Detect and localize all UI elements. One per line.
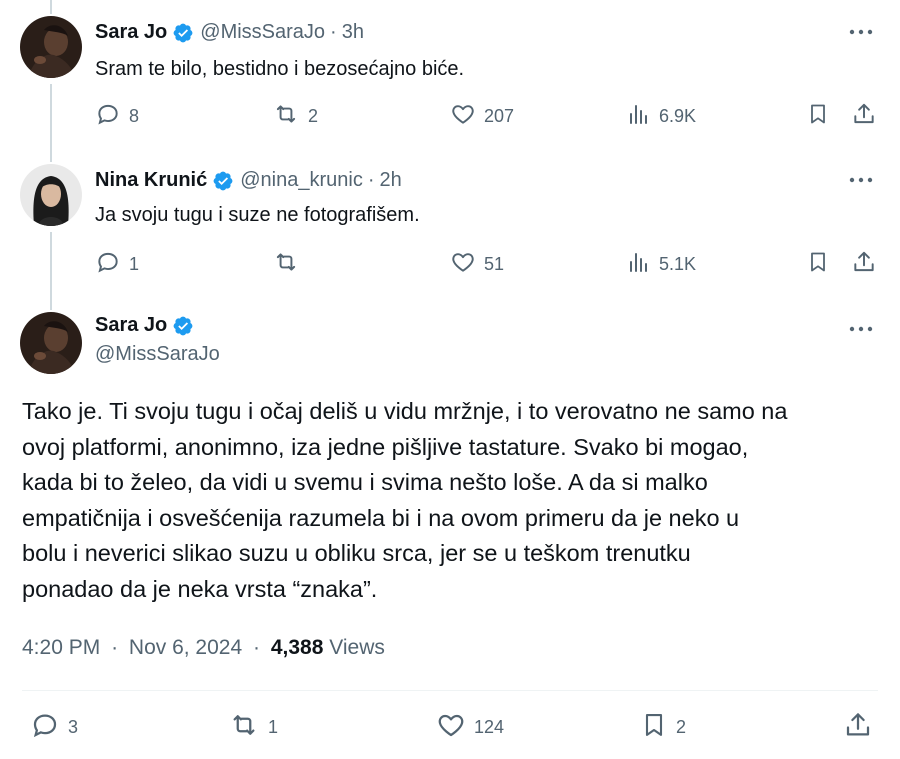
tweet-time[interactable]: 3h [342,21,364,44]
like-count: 124 [474,716,505,737]
author-block: Sara Jo @MissSaraJo [95,314,220,366]
bookmark-count: 2 [676,716,687,737]
author-handle[interactable]: @MissSaraJo [200,21,325,44]
reply-count: 3 [68,716,79,737]
tweet-header: Nina Krunić @nina_krunic · 2h [95,169,402,192]
author-name[interactable]: Sara Jo [95,314,167,337]
author-name[interactable]: Sara Jo [95,21,167,44]
retweet-button[interactable] [272,249,308,279]
share-button[interactable] [851,101,877,131]
like-button[interactable]: 207 [450,101,514,131]
bookmark-icon [806,249,830,280]
verified-badge-icon [212,170,234,192]
retweet-count: 1 [268,716,279,737]
tweet-text: Tako je. Ti svoju tugu i očaj deliš u vi… [22,394,882,607]
tweet-header: Sara Jo @MissSaraJo · 3h [95,21,364,44]
more-icon[interactable] [846,168,876,192]
reply-button[interactable]: 8 [95,101,139,131]
share-button[interactable] [851,249,877,279]
retweet-icon [228,710,260,745]
like-count: 51 [484,253,505,274]
views-button[interactable]: 6.9K [627,101,696,131]
views-count: 5.1K [659,253,697,274]
reply-count: 1 [129,253,140,274]
like-icon [450,101,476,132]
share-icon [843,710,873,745]
tweet-text: Sram te bilo, bestidno i bezosećajno bić… [95,58,465,80]
views-count: 6.9K [659,105,697,126]
reply-icon [30,710,60,745]
tweet-date[interactable]: Nov 6, 2024 [129,636,242,659]
action-bar: 8 2 207 6.9K [0,101,900,131]
like-icon [436,710,466,745]
bookmark-button[interactable] [806,101,830,131]
tweet-text-line: empatičnija i osvešćenija razumela bi i … [22,504,740,531]
views-icon [627,102,651,131]
divider [22,690,878,691]
share-button[interactable] [843,712,873,742]
retweet-count: 2 [308,105,319,126]
tweet-text-line: ovoj platformi, anonimno, iza jedne pišl… [22,433,749,460]
like-button[interactable]: 51 [450,249,504,279]
avatar[interactable] [20,16,82,78]
separator-dot: · [253,636,260,659]
more-icon[interactable] [846,20,876,44]
views-icon [627,250,651,279]
tweet-meta: 4:20 PM · Nov 6, 2024 · 4,388 Views [22,636,385,660]
views-button[interactable]: 5.1K [627,249,696,279]
author-handle[interactable]: @nina_krunic [240,169,363,192]
views-total: 4,388 [270,636,324,659]
share-icon [851,249,877,280]
avatar[interactable] [20,164,82,226]
separator-dot: · [330,21,337,43]
retweet-icon [272,101,300,132]
bookmark-button[interactable]: 2 [640,712,686,742]
retweet-button[interactable]: 2 [272,101,318,131]
more-icon[interactable] [846,317,876,341]
author-handle[interactable]: @MissSaraJo [95,343,220,366]
action-bar: 1 51 5.1K [0,249,900,279]
like-icon [450,249,476,280]
retweet-button[interactable]: 1 [228,712,278,742]
tweet-text: Ja svoju tugu i suze ne fotografišem. [95,204,420,226]
reply-icon [95,101,121,132]
separator-dot: · [111,636,119,659]
verified-badge-icon [172,315,194,337]
separator-dot: · [367,169,375,191]
tweet-timestamp[interactable]: 4:20 PM [22,636,100,659]
tweet-text-line: bolu i neverici slikao suzu u obliku src… [22,540,691,566]
reply-icon [95,249,121,280]
bookmark-icon [640,710,668,745]
reply-button[interactable]: 1 [95,249,139,279]
retweet-icon [272,249,300,280]
bookmark-icon [806,101,830,132]
author-name[interactable]: Nina Krunić [95,169,207,192]
reply-count: 8 [129,105,140,126]
like-count: 207 [484,105,515,126]
avatar[interactable] [20,312,82,374]
views-label: Views [329,636,385,659]
tweet-text-line: kada bi to želeo, da vidi u svemu i svim… [22,469,708,495]
tweet-time[interactable]: 2h [380,169,402,192]
like-button[interactable]: 124 [436,712,504,742]
bookmark-button[interactable] [806,249,830,279]
tweet-text-line: Tako je. Ti svoju tugu i očaj deliš u vi… [22,398,788,424]
reply-button[interactable]: 3 [30,712,78,742]
thread-line [50,0,52,14]
action-bar: 3 1 124 2 [0,712,900,742]
share-icon [851,101,877,132]
tweet-text-line: ponadao da je neka vrsta “znaka”. [22,575,378,602]
verified-badge-icon [172,22,194,44]
